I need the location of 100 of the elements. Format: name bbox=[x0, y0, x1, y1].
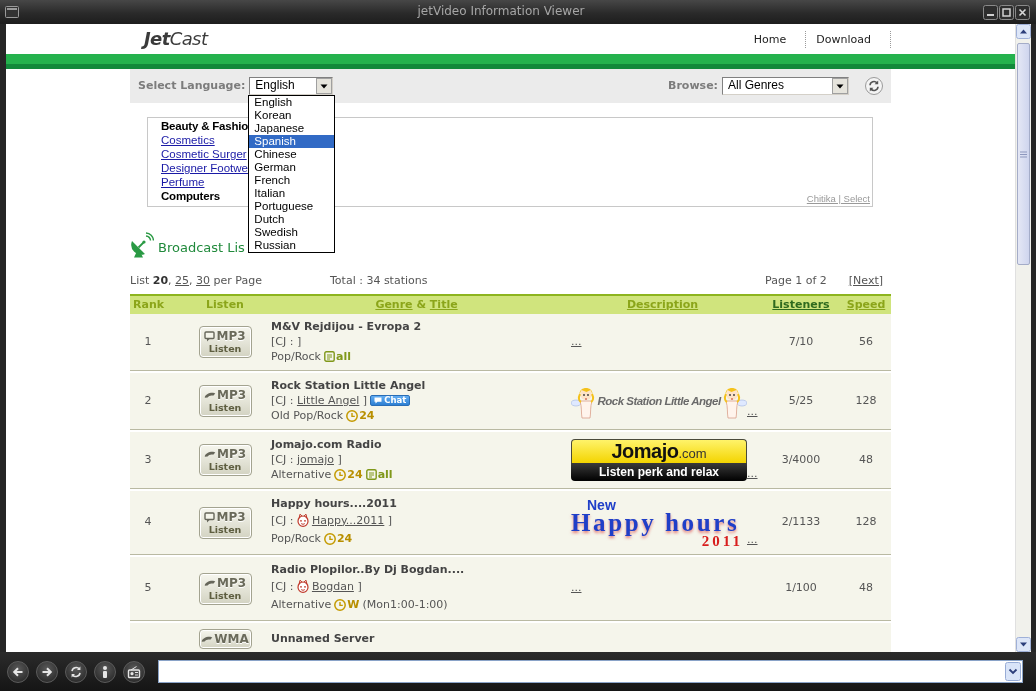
clock-icon bbox=[334, 468, 347, 481]
page-size-link[interactable]: 25 bbox=[175, 273, 190, 287]
ad-link[interactable]: Designer Footwe bbox=[161, 162, 248, 174]
cj-link[interactable]: Happy...2011 bbox=[311, 513, 385, 527]
refresh-button[interactable] bbox=[65, 660, 87, 683]
language-option[interactable]: Spanish bbox=[249, 135, 335, 148]
listen-button[interactable]: WMA bbox=[198, 629, 252, 649]
language-option[interactable]: Portuguese bbox=[249, 200, 335, 213]
listen-button[interactable]: MP3 Listen bbox=[198, 326, 252, 358]
language-option[interactable]: French bbox=[249, 174, 335, 187]
description-link[interactable]: ... bbox=[571, 581, 582, 595]
info-button[interactable] bbox=[94, 660, 116, 683]
tag-label: 24 bbox=[347, 467, 363, 482]
tuner-button[interactable] bbox=[123, 660, 145, 683]
ad-link[interactable]: Cosmetic Surger bbox=[161, 148, 247, 160]
speed-cell: 128 bbox=[841, 371, 891, 430]
language-option[interactable]: Chinese bbox=[249, 148, 335, 161]
language-option[interactable]: Italian bbox=[249, 187, 335, 200]
banner-text: New bbox=[587, 497, 616, 512]
column-header: Listen bbox=[206, 297, 244, 311]
handset-icon bbox=[203, 450, 216, 459]
language-option[interactable]: Swedish bbox=[249, 226, 335, 239]
listen-button[interactable]: MP3 Listen bbox=[198, 506, 252, 539]
jetcast-logo[interactable]: JetCast bbox=[130, 27, 208, 51]
ad-heading: Beauty & Fashio bbox=[161, 120, 249, 132]
description-link[interactable]: ... bbox=[747, 466, 758, 481]
station-title: Unnamed Server bbox=[271, 632, 376, 646]
handset-icon bbox=[203, 391, 216, 400]
cj-text: [CJ : ] bbox=[271, 334, 302, 349]
banner-text: 2011 bbox=[701, 533, 743, 548]
handset-icon bbox=[203, 578, 216, 588]
speech-bubble-icon bbox=[374, 397, 383, 404]
refresh-icon[interactable] bbox=[865, 77, 883, 95]
language-select[interactable]: English bbox=[249, 77, 334, 95]
speed-cell: 48 bbox=[841, 430, 891, 489]
language-option[interactable]: German bbox=[249, 161, 335, 174]
nav-link[interactable]: Download bbox=[806, 30, 891, 48]
listen-button[interactable]: MP3 Listen bbox=[198, 572, 252, 605]
address-field[interactable] bbox=[158, 660, 1023, 683]
radio-icon bbox=[127, 664, 141, 679]
cj-text: [CJ : Bogdan ] bbox=[271, 578, 362, 594]
genre-text: Alternative bbox=[271, 467, 332, 482]
close-button[interactable] bbox=[1015, 4, 1030, 20]
tag-label: 24 bbox=[359, 408, 375, 423]
page-size-text: List 20, 25, 30 per Page bbox=[130, 273, 263, 289]
total-text: Total : 34 stations bbox=[330, 273, 428, 289]
page-size-link[interactable]: 30 bbox=[196, 273, 211, 287]
ad-link[interactable]: Perfume bbox=[161, 176, 205, 188]
caret-down-icon bbox=[1016, 637, 1031, 652]
minimize-icon bbox=[983, 4, 998, 20]
filter-label: Select Language: bbox=[138, 78, 246, 94]
language-option[interactable]: Russian bbox=[249, 239, 335, 252]
minimize-button[interactable] bbox=[983, 4, 998, 20]
nav-link[interactable]: Home bbox=[743, 30, 807, 48]
genre-text: Old Pop/Rock bbox=[271, 408, 344, 423]
description-link[interactable]: ... bbox=[747, 533, 758, 548]
listen-button[interactable]: MP3 Listen bbox=[198, 385, 252, 417]
cj-link[interactable]: Little Angel bbox=[296, 394, 360, 407]
schedule-text: (Mon1:00-1:00) bbox=[362, 597, 448, 612]
caret-up-icon bbox=[1016, 24, 1031, 39]
next-page-link[interactable]: [Next] bbox=[848, 273, 883, 289]
speed-cell: 128 bbox=[841, 489, 891, 555]
listeners-cell: 3/4000 bbox=[761, 430, 841, 489]
handset-icon bbox=[201, 634, 214, 644]
speed-cell: 56 bbox=[841, 314, 891, 371]
station-title: M&V Rejdijou - Evropa 2 bbox=[271, 320, 423, 334]
column-header: Genre & Title bbox=[375, 297, 458, 311]
cj-link[interactable]: Bogdan bbox=[311, 579, 354, 593]
tag-label: W bbox=[347, 597, 360, 612]
section-title: Broadcast Lis bbox=[158, 240, 245, 257]
genre-text: Pop/Rock bbox=[271, 531, 321, 546]
listeners-cell: 1/100 bbox=[761, 555, 841, 621]
banner-title: Jomajo.com bbox=[571, 439, 747, 463]
ad-link[interactable]: Cosmetics bbox=[161, 134, 215, 146]
language-option[interactable]: Dutch bbox=[249, 213, 335, 226]
cj-text: [CJ : Happy...2011 ] bbox=[271, 512, 393, 528]
listen-button[interactable]: MP3 Listen bbox=[198, 444, 252, 476]
language-option[interactable]: English bbox=[249, 96, 335, 109]
maximize-icon bbox=[999, 4, 1014, 20]
column-header-link[interactable]: Listeners bbox=[772, 297, 830, 311]
vertical-scrollbar[interactable] bbox=[1015, 24, 1031, 652]
listeners-cell: 2/1133 bbox=[761, 489, 841, 555]
station-title: Radio Plopilor..By Dj Bogdan.... bbox=[271, 563, 466, 577]
scroll-thumb[interactable] bbox=[1017, 43, 1030, 265]
genre-select[interactable]: All Genres bbox=[722, 77, 849, 95]
station-title: Happy hours....2011 bbox=[271, 497, 398, 511]
forward-button[interactable] bbox=[36, 660, 58, 683]
station-title: Rock Station Little Angel bbox=[271, 379, 427, 393]
description-link[interactable]: ... bbox=[747, 404, 758, 419]
language-option[interactable]: Japanese bbox=[249, 122, 335, 135]
back-button[interactable] bbox=[7, 660, 29, 683]
cj-link[interactable]: jomajo bbox=[296, 453, 334, 466]
filter-label: Browse: bbox=[668, 78, 718, 94]
scroll-up-button[interactable] bbox=[1016, 24, 1031, 39]
maximize-button[interactable] bbox=[999, 4, 1014, 20]
scroll-down-button[interactable] bbox=[1016, 637, 1031, 652]
description-link[interactable]: ... bbox=[571, 334, 582, 348]
tag-label: all bbox=[377, 467, 393, 482]
clock-icon bbox=[323, 532, 336, 545]
language-option[interactable]: Korean bbox=[249, 109, 335, 122]
